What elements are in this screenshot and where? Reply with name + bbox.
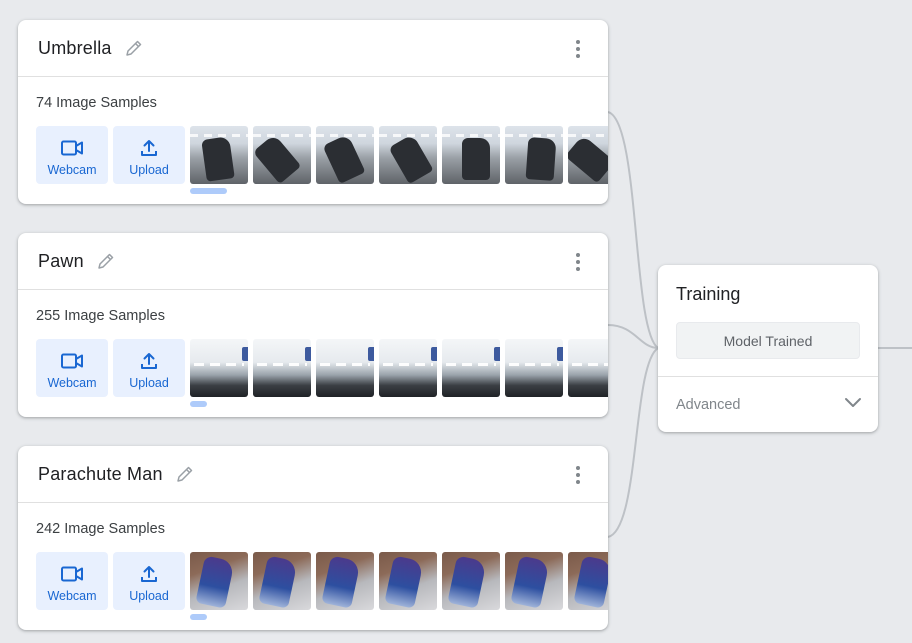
upload-button[interactable]: Upload	[113, 126, 185, 184]
upload-icon	[138, 564, 160, 584]
more-vert-icon[interactable]	[568, 252, 588, 272]
pencil-icon[interactable]	[124, 38, 144, 58]
advanced-label: Advanced	[676, 396, 741, 413]
class-card-parachute-man: Parachute Man 242 Image Samples Webcam U…	[18, 446, 608, 630]
sample-thumbnails[interactable]	[190, 339, 608, 397]
upload-label: Upload	[129, 376, 169, 390]
sample-thumbnail[interactable]	[379, 552, 437, 610]
sample-thumbnail[interactable]	[190, 552, 248, 610]
training-title: Training	[676, 284, 741, 304]
class-card-pawn: Pawn 255 Image Samples Webcam Upload	[18, 233, 608, 417]
sample-thumbnail[interactable]	[442, 126, 500, 184]
sample-thumbnail[interactable]	[379, 339, 437, 397]
advanced-toggle[interactable]: Advanced	[658, 377, 878, 432]
sample-count: 74 Image Samples	[36, 95, 157, 111]
webcam-button[interactable]: Webcam	[36, 126, 108, 184]
class-card-umbrella: Umbrella 74 Image Samples Webcam Upload	[18, 20, 608, 204]
sample-thumbnail[interactable]	[190, 126, 248, 184]
videocam-icon	[61, 564, 83, 584]
upload-button[interactable]: Upload	[113, 339, 185, 397]
upload-icon	[138, 138, 160, 158]
class-card-header: Parachute Man	[18, 446, 608, 503]
class-name[interactable]: Pawn	[38, 251, 84, 272]
more-vert-icon[interactable]	[568, 465, 588, 485]
videocam-icon	[61, 351, 83, 371]
webcam-button[interactable]: Webcam	[36, 552, 108, 610]
upload-label: Upload	[129, 163, 169, 177]
webcam-button[interactable]: Webcam	[36, 339, 108, 397]
sample-thumbnails[interactable]	[190, 126, 608, 184]
model-trained-button[interactable]: Model Trained	[676, 322, 860, 359]
sample-count: 255 Image Samples	[36, 308, 165, 324]
class-name[interactable]: Parachute Man	[38, 464, 163, 485]
webcam-label: Webcam	[47, 376, 97, 390]
sample-thumbnail[interactable]	[316, 339, 374, 397]
sample-thumbnail[interactable]	[505, 339, 563, 397]
upload-label: Upload	[129, 589, 169, 603]
sample-thumbnail[interactable]	[316, 552, 374, 610]
thumbnail-scroll-indicator[interactable]	[190, 188, 227, 194]
upload-icon	[138, 351, 160, 371]
thumbnail-scroll-indicator[interactable]	[190, 401, 207, 407]
chevron-down-icon	[844, 396, 862, 410]
more-vert-icon[interactable]	[568, 39, 588, 59]
class-name[interactable]: Umbrella	[38, 38, 112, 59]
training-card: Training Model Trained Advanced	[658, 265, 878, 432]
class-card-header: Umbrella	[18, 20, 608, 77]
pencil-icon[interactable]	[96, 251, 116, 271]
sample-thumbnail[interactable]	[505, 552, 563, 610]
sample-thumbnail[interactable]	[253, 126, 311, 184]
videocam-icon	[61, 138, 83, 158]
sample-thumbnail[interactable]	[568, 339, 608, 397]
pencil-icon[interactable]	[175, 464, 195, 484]
sample-thumbnail[interactable]	[253, 339, 311, 397]
webcam-label: Webcam	[47, 589, 97, 603]
sample-thumbnail[interactable]	[190, 339, 248, 397]
connector-pawn	[607, 324, 659, 349]
sample-thumbnail[interactable]	[505, 126, 563, 184]
thumbnail-scroll-indicator[interactable]	[190, 614, 207, 620]
sample-thumbnails[interactable]	[190, 552, 608, 610]
sample-thumbnail[interactable]	[316, 126, 374, 184]
sample-thumbnail[interactable]	[568, 552, 608, 610]
sample-thumbnail[interactable]	[253, 552, 311, 610]
sample-thumbnail[interactable]	[442, 552, 500, 610]
connector-umbrella	[607, 111, 659, 349]
webcam-label: Webcam	[47, 163, 97, 177]
connector-parachute	[607, 347, 659, 538]
sample-thumbnail[interactable]	[379, 126, 437, 184]
sample-count: 242 Image Samples	[36, 521, 165, 537]
sample-thumbnail[interactable]	[568, 126, 608, 184]
class-card-header: Pawn	[18, 233, 608, 290]
upload-button[interactable]: Upload	[113, 552, 185, 610]
sample-thumbnail[interactable]	[442, 339, 500, 397]
